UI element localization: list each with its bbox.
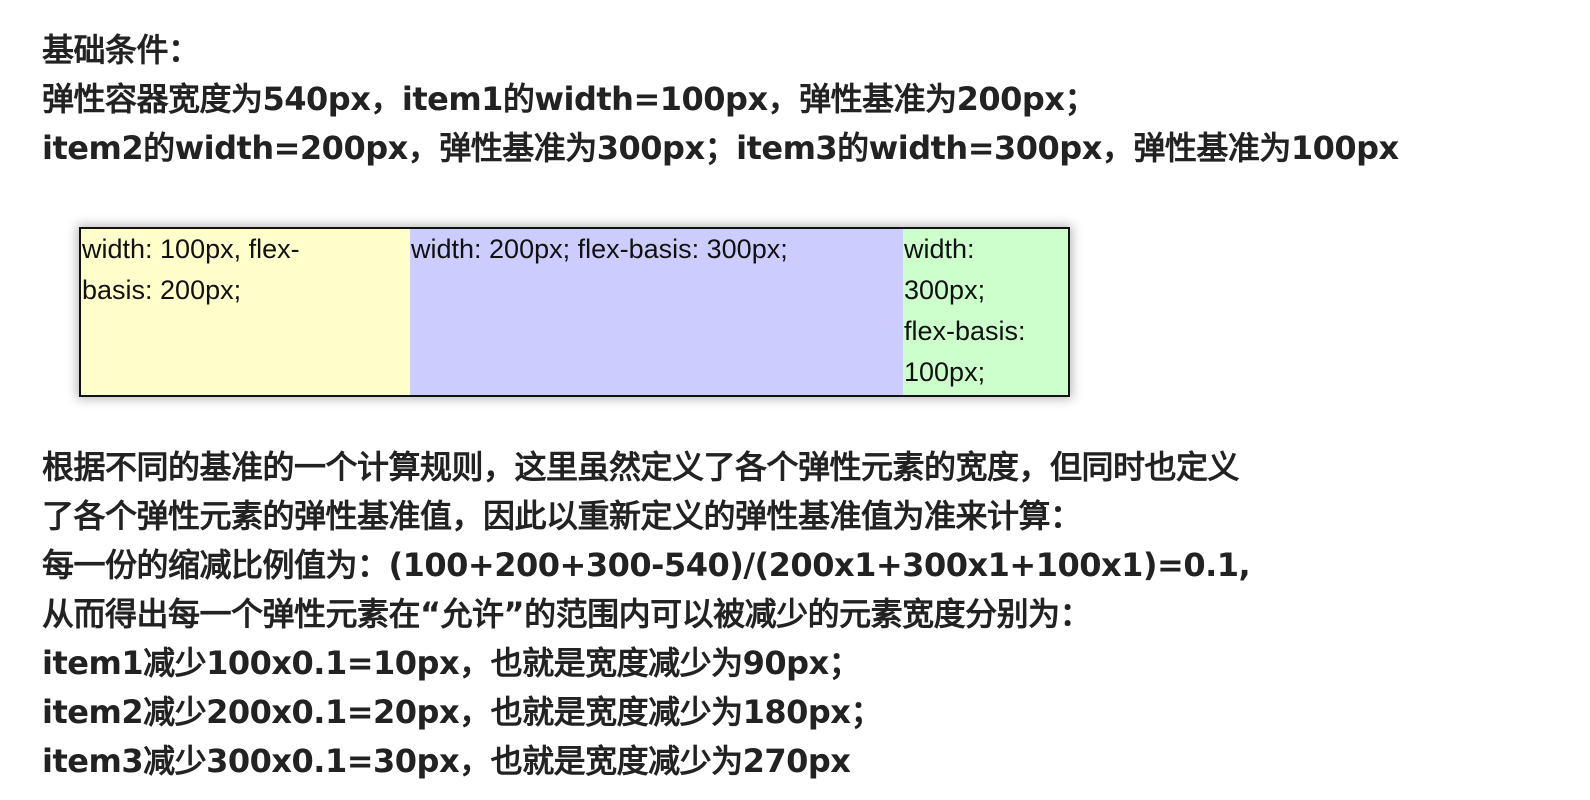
flex-item-3-text-line: 300px; <box>904 275 986 305</box>
flex-container-demo: width: 100px, flex- basis: 200px; width:… <box>79 227 1070 397</box>
flex-item-3: width: 300px; flex-basis: 100px; <box>903 229 1068 395</box>
explanation-line: 从而得出每一个弹性元素在“允许”的范围内可以被减少的元素宽度分别为： <box>42 595 1092 633</box>
flex-item-1-text-line: width: 100px, flex- <box>82 234 300 264</box>
item3-result: item3减少300x0.1=30px，也就是宽度减少为270px <box>42 742 851 780</box>
flex-item-3-text-line: width: <box>904 234 975 264</box>
intro-line-container-item1: 弹性容器宽度为540px，item1的width=100px，弹性基准为200p… <box>42 80 1096 118</box>
flex-item-3-text-line: 100px; <box>904 357 986 387</box>
flex-item-2: width: 200px; flex-basis: 300px; <box>410 229 903 395</box>
flex-item-2-text-line: width: 200px; flex-basis: 300px; <box>411 234 788 264</box>
item1-result: item1减少100x0.1=10px，也就是宽度减少为90px； <box>42 644 861 682</box>
explanation-line: 了各个弹性元素的弹性基准值，因此以重新定义的弹性基准值为准来计算： <box>42 497 1082 535</box>
shrink-ratio-formula: 每一份的缩减比例值为：(100+200+300-540)/(200x1+300x… <box>42 546 1251 584</box>
flex-item-1-text-line: basis: 200px; <box>82 275 242 305</box>
explanation-line: 根据不同的基准的一个计算规则，这里虽然定义了各个弹性元素的宽度，但同时也定义 <box>42 448 1240 486</box>
flex-item-3-text-line: flex-basis: <box>904 316 1026 346</box>
explanation-paragraph: 根据不同的基准的一个计算规则，这里虽然定义了各个弹性元素的宽度，但同时也定义 了… <box>42 443 1251 786</box>
item2-result: item2减少200x0.1=20px，也就是宽度减少为180px； <box>42 693 882 731</box>
flex-item-1: width: 100px, flex- basis: 200px; <box>81 229 410 395</box>
intro-line-item2-item3: item2的width=200px，弹性基准为300px；item3的width… <box>42 129 1399 167</box>
intro-heading: 基础条件： <box>42 31 200 69</box>
intro-paragraph: 基础条件： 弹性容器宽度为540px，item1的width=100px，弹性基… <box>42 26 1399 173</box>
